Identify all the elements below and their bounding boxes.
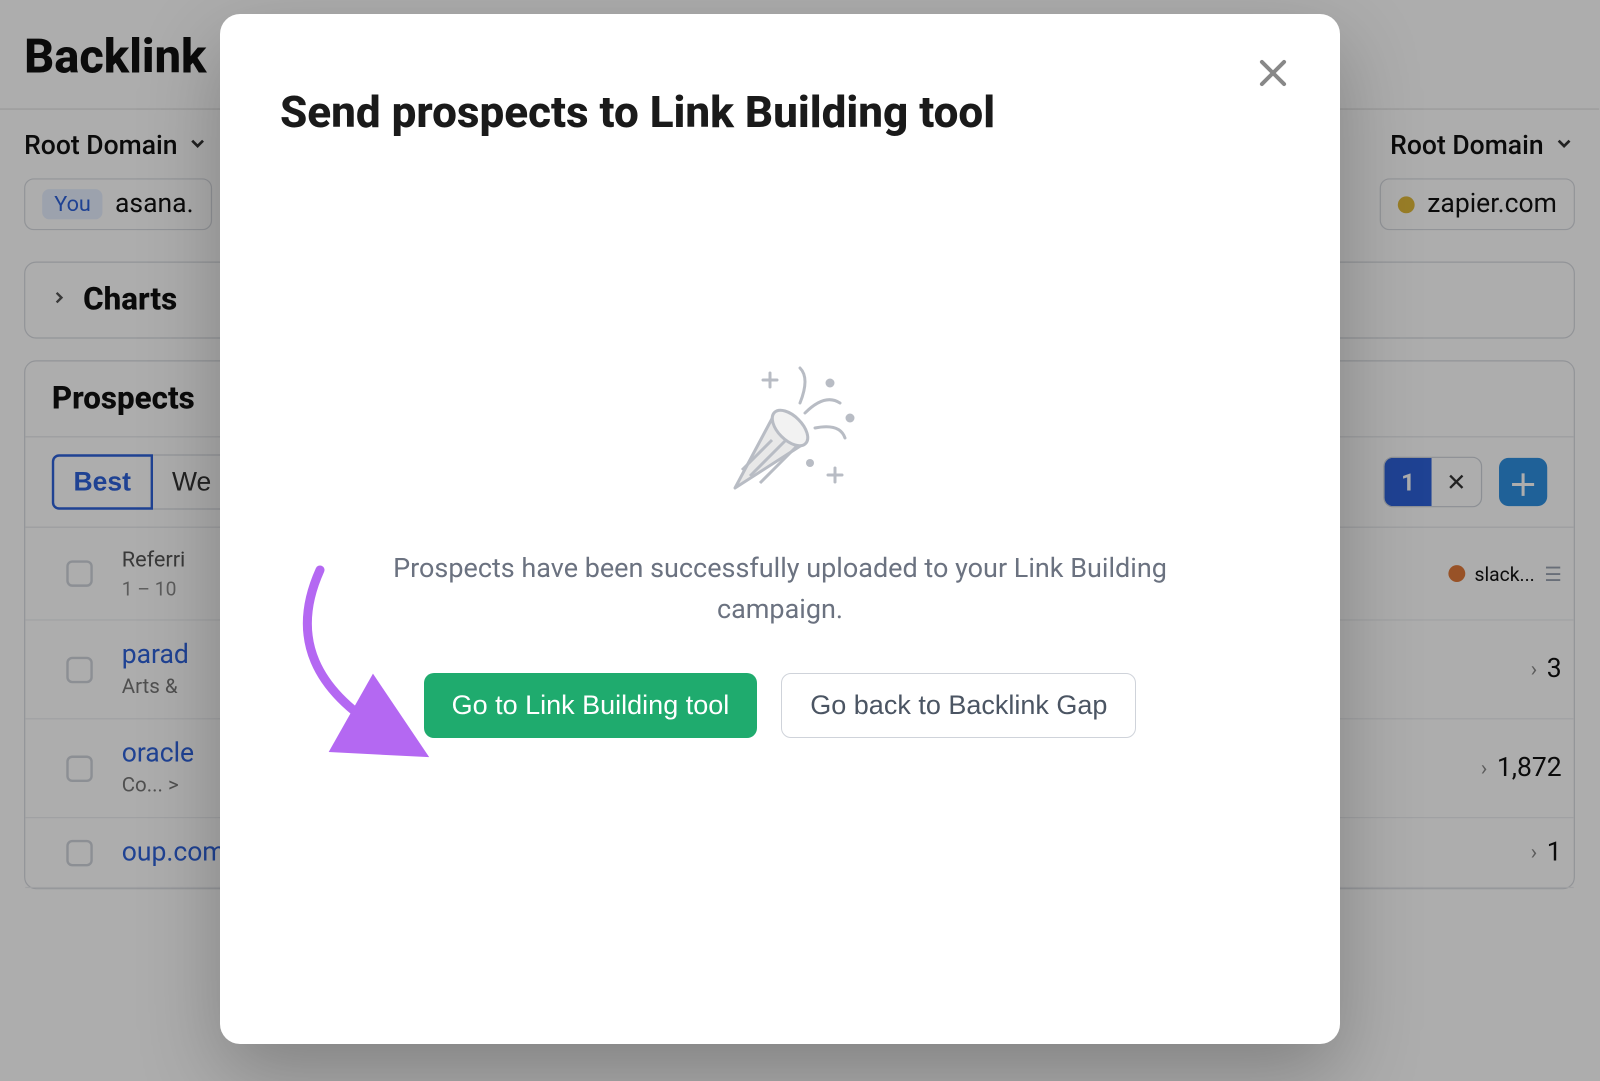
success-message: Prospects have been successfully uploade… — [330, 548, 1230, 629]
go-to-link-building-button[interactable]: Go to Link Building tool — [424, 673, 758, 738]
close-button[interactable] — [1254, 54, 1292, 96]
celebration-icon — [700, 358, 860, 508]
send-prospects-modal: Send prospects to Link Building tool — [220, 14, 1340, 1044]
modal-title: Send prospects to Link Building tool — [280, 86, 1280, 138]
go-back-button[interactable]: Go back to Backlink Gap — [781, 673, 1136, 738]
